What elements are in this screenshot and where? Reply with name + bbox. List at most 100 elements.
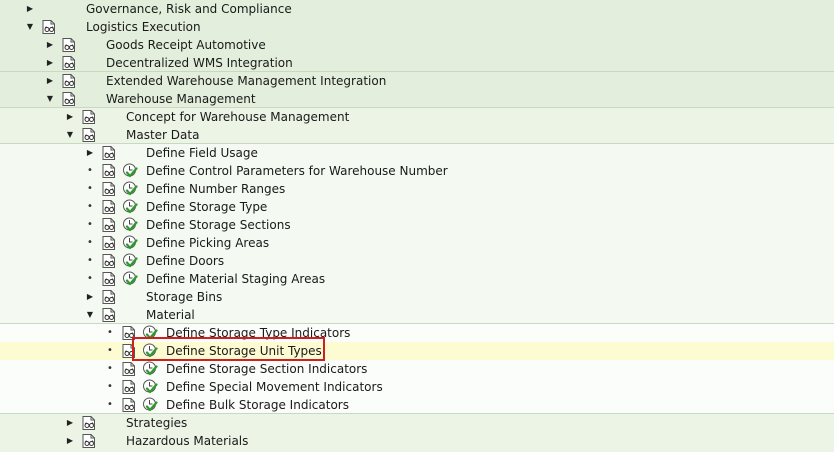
tree-node-define-picking-areas[interactable]: • Define Picking Areas bbox=[0, 234, 834, 252]
node-label[interactable]: Extended Warehouse Management Integratio… bbox=[106, 72, 386, 90]
node-label[interactable]: Define Storage Type Indicators bbox=[166, 324, 350, 342]
collapsed-triangle-icon[interactable]: ▶ bbox=[44, 72, 56, 90]
tree-node-define-material-staging-areas[interactable]: • Define Material Staging Areas bbox=[0, 270, 834, 288]
tree-node-define-storage-type-indicators[interactable]: • Define Storage Type Indicators bbox=[0, 324, 834, 342]
expanded-triangle-icon[interactable]: ▼ bbox=[44, 90, 56, 108]
node-label[interactable]: Define Picking Areas bbox=[146, 234, 269, 252]
expanded-triangle-icon[interactable]: ▼ bbox=[84, 306, 96, 324]
tree-node-concept-for-wm[interactable]: ▶ Concept for Warehouse Management bbox=[0, 108, 834, 126]
node-label[interactable]: Master Data bbox=[126, 126, 199, 144]
tree-node-define-number-ranges[interactable]: • Define Number Ranges bbox=[0, 180, 834, 198]
tree-node-governance-risk-compliance[interactable]: ▶ Governance, Risk and Compliance bbox=[0, 0, 834, 18]
documentation-glasses-icon[interactable] bbox=[101, 271, 117, 287]
tree-node-define-field-usage[interactable]: ▶ Define Field Usage bbox=[0, 144, 834, 162]
documentation-glasses-icon[interactable] bbox=[81, 415, 97, 431]
node-label[interactable]: Define Special Movement Indicators bbox=[166, 378, 383, 396]
documentation-glasses-icon[interactable] bbox=[101, 163, 117, 179]
tree-node-define-control-parameters[interactable]: • Define Control Parameters for Warehous… bbox=[0, 162, 834, 180]
expanded-triangle-icon[interactable]: ▼ bbox=[24, 18, 36, 36]
documentation-glasses-icon[interactable] bbox=[121, 325, 137, 341]
tree-node-logistics-execution[interactable]: ▼ Logistics Execution bbox=[0, 18, 834, 36]
documentation-glasses-icon[interactable] bbox=[101, 235, 117, 251]
collapsed-triangle-icon[interactable]: ▶ bbox=[64, 108, 76, 126]
node-label[interactable]: Define Bulk Storage Indicators bbox=[166, 396, 349, 414]
documentation-glasses-icon[interactable] bbox=[121, 379, 137, 395]
execute-clock-check-icon[interactable] bbox=[122, 199, 138, 215]
documentation-glasses-icon[interactable] bbox=[121, 397, 137, 413]
documentation-glasses-icon[interactable] bbox=[81, 433, 97, 449]
node-label[interactable]: Define Field Usage bbox=[146, 144, 258, 162]
node-label[interactable]: Storage Bins bbox=[146, 288, 222, 306]
documentation-glasses-icon[interactable] bbox=[121, 343, 137, 359]
node-label[interactable]: Define Storage Sections bbox=[146, 216, 291, 234]
leaf-bullet: • bbox=[107, 327, 113, 338]
tree-node-master-data[interactable]: ▼ Master Data bbox=[0, 126, 834, 144]
node-label[interactable]: Material bbox=[146, 306, 195, 324]
node-label[interactable]: Logistics Execution bbox=[86, 18, 201, 36]
documentation-glasses-icon[interactable] bbox=[121, 361, 137, 377]
tree-node-define-bulk-storage-indicators[interactable]: • Define Bulk Storage Indicators bbox=[0, 396, 834, 414]
node-label[interactable]: Goods Receipt Automotive bbox=[106, 36, 266, 54]
execute-clock-check-icon[interactable] bbox=[122, 163, 138, 179]
tree-node-define-storage-sections[interactable]: • Define Storage Sections bbox=[0, 216, 834, 234]
node-label[interactable]: Define Material Staging Areas bbox=[146, 270, 325, 288]
documentation-glasses-icon[interactable] bbox=[101, 145, 117, 161]
documentation-glasses-icon[interactable] bbox=[61, 37, 77, 53]
collapsed-triangle-icon[interactable]: ▶ bbox=[64, 432, 76, 450]
execute-clock-check-icon[interactable] bbox=[142, 379, 158, 395]
documentation-glasses-icon[interactable] bbox=[61, 91, 77, 107]
documentation-glasses-icon[interactable] bbox=[101, 307, 117, 323]
node-label[interactable]: Warehouse Management bbox=[106, 90, 256, 108]
documentation-glasses-icon[interactable] bbox=[101, 289, 117, 305]
collapsed-triangle-icon[interactable]: ▶ bbox=[44, 54, 56, 72]
node-label[interactable]: Define Storage Section Indicators bbox=[166, 360, 367, 378]
execute-clock-check-icon[interactable] bbox=[122, 181, 138, 197]
node-label[interactable]: Strategies bbox=[126, 414, 187, 432]
execute-clock-check-icon[interactable] bbox=[122, 217, 138, 233]
execute-clock-check-icon[interactable] bbox=[142, 361, 158, 377]
node-label[interactable]: Governance, Risk and Compliance bbox=[86, 0, 292, 18]
documentation-glasses-icon[interactable] bbox=[61, 55, 77, 71]
tree-node-define-doors[interactable]: • Define Doors bbox=[0, 252, 834, 270]
node-label[interactable]: Define Number Ranges bbox=[146, 180, 285, 198]
collapsed-triangle-icon[interactable]: ▶ bbox=[24, 0, 36, 18]
execute-clock-check-icon[interactable] bbox=[122, 271, 138, 287]
tree-node-define-storage-type[interactable]: • Define Storage Type bbox=[0, 198, 834, 216]
node-label[interactable]: Define Storage Type bbox=[146, 198, 267, 216]
node-label[interactable]: Define Control Parameters for Warehouse … bbox=[146, 162, 448, 180]
documentation-glasses-icon[interactable] bbox=[101, 199, 117, 215]
node-label[interactable]: Define Storage Unit Types bbox=[166, 342, 322, 360]
collapsed-triangle-icon[interactable]: ▶ bbox=[84, 144, 96, 162]
node-label[interactable]: Decentralized WMS Integration bbox=[106, 54, 293, 72]
collapsed-triangle-icon[interactable]: ▶ bbox=[44, 36, 56, 54]
tree-node-storage-bins[interactable]: ▶ Storage Bins bbox=[0, 288, 834, 306]
expanded-triangle-icon[interactable]: ▼ bbox=[64, 126, 76, 144]
execute-clock-check-icon[interactable] bbox=[142, 343, 158, 359]
documentation-glasses-icon[interactable] bbox=[61, 73, 77, 89]
collapsed-triangle-icon[interactable]: ▶ bbox=[64, 414, 76, 432]
tree-node-strategies[interactable]: ▶ Strategies bbox=[0, 414, 834, 432]
node-label[interactable]: Concept for Warehouse Management bbox=[126, 108, 349, 126]
node-label[interactable]: Define Doors bbox=[146, 252, 224, 270]
execute-clock-check-icon[interactable] bbox=[122, 253, 138, 269]
tree-node-define-storage-section-indicators[interactable]: • Define Storage Section Indicators bbox=[0, 360, 834, 378]
documentation-glasses-icon[interactable] bbox=[101, 217, 117, 233]
tree-node-define-storage-unit-types[interactable]: • Define Storage Unit Types bbox=[0, 342, 834, 360]
documentation-glasses-icon[interactable] bbox=[81, 109, 97, 125]
tree-node-goods-receipt-automotive[interactable]: ▶ Goods Receipt Automotive bbox=[0, 36, 834, 54]
execute-clock-check-icon[interactable] bbox=[142, 397, 158, 413]
documentation-glasses-icon[interactable] bbox=[41, 19, 57, 35]
node-label[interactable]: Hazardous Materials bbox=[126, 432, 248, 450]
tree-node-extended-wm-integration[interactable]: ▶ Extended Warehouse Management Integrat… bbox=[0, 72, 834, 90]
documentation-glasses-icon[interactable] bbox=[81, 127, 97, 143]
documentation-glasses-icon[interactable] bbox=[101, 181, 117, 197]
collapsed-triangle-icon[interactable]: ▶ bbox=[84, 288, 96, 306]
tree-node-decentralized-wms-integration[interactable]: ▶ Decentralized WMS Integration bbox=[0, 54, 834, 72]
execute-clock-check-icon[interactable] bbox=[142, 325, 158, 341]
tree-node-warehouse-management[interactable]: ▼ Warehouse Management bbox=[0, 90, 834, 108]
execute-clock-check-icon[interactable] bbox=[122, 235, 138, 251]
tree-node-material[interactable]: ▼ Material bbox=[0, 306, 834, 324]
documentation-glasses-icon[interactable] bbox=[101, 253, 117, 269]
tree-node-define-special-movement-indicators[interactable]: • Define Special Movement Indicators bbox=[0, 378, 834, 396]
tree-node-hazardous-materials[interactable]: ▶ Hazardous Materials bbox=[0, 432, 834, 450]
